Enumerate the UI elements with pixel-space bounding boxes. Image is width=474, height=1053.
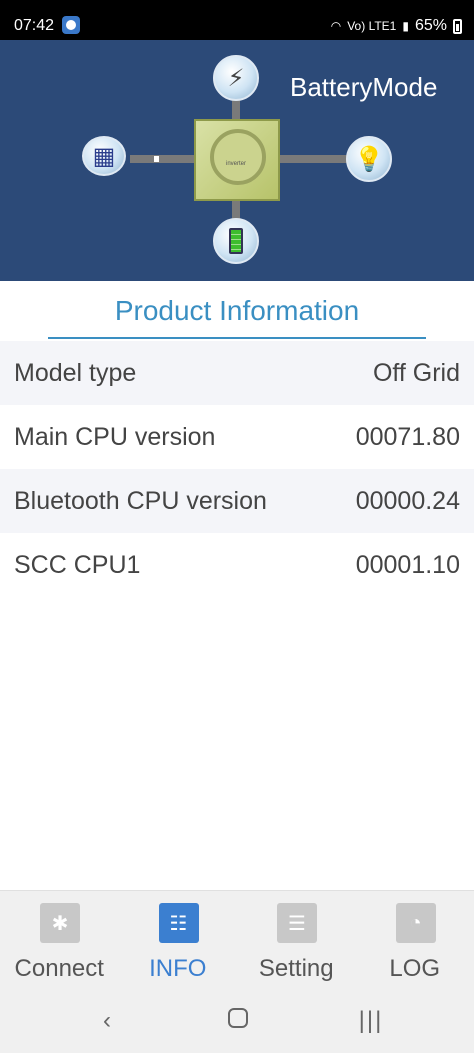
info-row-main-cpu: Main CPU version 00071.80 bbox=[0, 405, 474, 469]
tab-label: Connect bbox=[14, 955, 104, 982]
inverter-label: inverter bbox=[226, 161, 247, 167]
log-icon: ◔ bbox=[395, 899, 444, 943]
bottom-tab-bar: ✱ Connect ☷ INFO ☰ Setting ◔ LOG bbox=[0, 890, 474, 990]
solar-panel-icon: ▦ bbox=[82, 136, 126, 176]
tab-label: Setting bbox=[258, 955, 334, 982]
battery-status-icon bbox=[453, 18, 462, 34]
light-bulb-icon: 💡 bbox=[346, 136, 392, 182]
grid-tower-icon: ⚡ bbox=[213, 55, 259, 101]
info-label: Model type bbox=[14, 358, 137, 387]
tab-setting[interactable]: ☰ Setting bbox=[237, 891, 356, 991]
wifi-icon: ◠ bbox=[330, 19, 342, 33]
energy-flow-header: inverter ⚡ ▦ 💡 BatteryMode bbox=[0, 40, 474, 281]
sliders-icon: ☰ bbox=[277, 899, 325, 943]
info-value: 00000.24 bbox=[355, 486, 460, 515]
tab-label: LOG bbox=[389, 955, 441, 982]
info-label: Bluetooth CPU version bbox=[14, 486, 267, 515]
bluetooth-icon: ✱ bbox=[40, 899, 88, 943]
info-value: 00071.80 bbox=[355, 422, 460, 451]
info-label: SCC CPU1 bbox=[14, 550, 141, 579]
status-time: 07:42 bbox=[14, 17, 55, 34]
app-notification-icon bbox=[62, 16, 80, 34]
tab-info[interactable]: ☷ INFO bbox=[119, 891, 238, 991]
battery-icon bbox=[213, 218, 259, 264]
tab-label: INFO bbox=[149, 955, 207, 982]
tab-connect[interactable]: ✱ Connect bbox=[0, 891, 119, 991]
status-bar: 07:42 ◠ Vo) LTE1 ▮ 65% bbox=[0, 0, 474, 40]
flow-indicator bbox=[154, 156, 159, 162]
info-row-scc-cpu1: SCC CPU1 00001.10 bbox=[0, 533, 474, 597]
title-underline bbox=[48, 337, 426, 339]
battery-percent: 65% bbox=[414, 17, 447, 34]
mode-text: BatteryMode bbox=[290, 72, 438, 102]
info-label: Main CPU version bbox=[14, 422, 216, 451]
home-button[interactable] bbox=[226, 1008, 250, 1034]
info-value: 00001.10 bbox=[355, 550, 460, 579]
info-row-model-type: Model type Off Grid bbox=[0, 341, 474, 405]
product-info-panel: Product Information Model type Off Grid … bbox=[0, 281, 474, 890]
battery-level-shape bbox=[229, 228, 243, 254]
info-icon: ☷ bbox=[158, 899, 207, 943]
system-nav-bar: ‹ ||| bbox=[0, 990, 474, 1053]
home-icon bbox=[228, 1008, 248, 1028]
inverter-icon: inverter bbox=[194, 119, 280, 201]
signal-icon: ▮ bbox=[402, 19, 409, 33]
inverter-ring bbox=[210, 129, 266, 185]
recents-button[interactable]: ||| bbox=[356, 1008, 386, 1034]
info-row-bluetooth-cpu: Bluetooth CPU version 00000.24 bbox=[0, 469, 474, 533]
section-title: Product Information bbox=[114, 295, 360, 326]
network-label: Vo) LTE1 bbox=[347, 19, 397, 33]
info-value: Off Grid bbox=[372, 358, 460, 387]
info-list: Model type Off Grid Main CPU version 000… bbox=[0, 341, 474, 597]
status-indicators: ◠ Vo) LTE1 ▮ 65% bbox=[331, 17, 462, 35]
back-button[interactable]: ‹ bbox=[92, 1008, 122, 1034]
tab-log[interactable]: ◔ LOG bbox=[356, 891, 474, 991]
